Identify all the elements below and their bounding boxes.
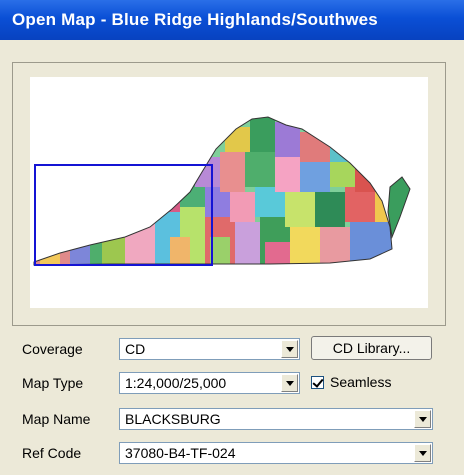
map-preview[interactable]: [30, 77, 428, 308]
map-name-label: Map Name: [22, 411, 91, 427]
ref-code-label: Ref Code: [22, 445, 82, 461]
map-name-select[interactable]: BLACKSBURG: [119, 408, 433, 430]
map-type-select[interactable]: 1:24,000/25,000: [119, 372, 300, 394]
virginia-county-map[interactable]: [30, 77, 428, 308]
map-type-label: Map Type: [22, 375, 84, 391]
chevron-down-icon[interactable]: [414, 444, 431, 462]
chevron-down-icon[interactable]: [414, 410, 431, 428]
coverage-value: CD: [125, 341, 146, 357]
map-name-value: BLACKSBURG: [125, 411, 221, 427]
title-bar[interactable]: Open Map - Blue Ridge Highlands/Southwes: [0, 0, 464, 40]
chevron-down-icon[interactable]: [281, 374, 298, 392]
seamless-label: Seamless: [330, 374, 392, 390]
map-type-value: 1:24,000/25,000: [125, 375, 227, 391]
ref-code-value: 37080-B4-TF-024: [125, 445, 236, 461]
cd-library-button[interactable]: CD Library...: [311, 336, 432, 360]
coverage-select[interactable]: CD: [119, 338, 300, 360]
chevron-down-icon[interactable]: [281, 340, 298, 358]
seamless-checkbox[interactable]: [311, 376, 324, 389]
coverage-label: Coverage: [22, 341, 83, 357]
window-title: Open Map - Blue Ridge Highlands/Southwes: [12, 10, 378, 29]
ref-code-select[interactable]: 37080-B4-TF-024: [119, 442, 433, 464]
